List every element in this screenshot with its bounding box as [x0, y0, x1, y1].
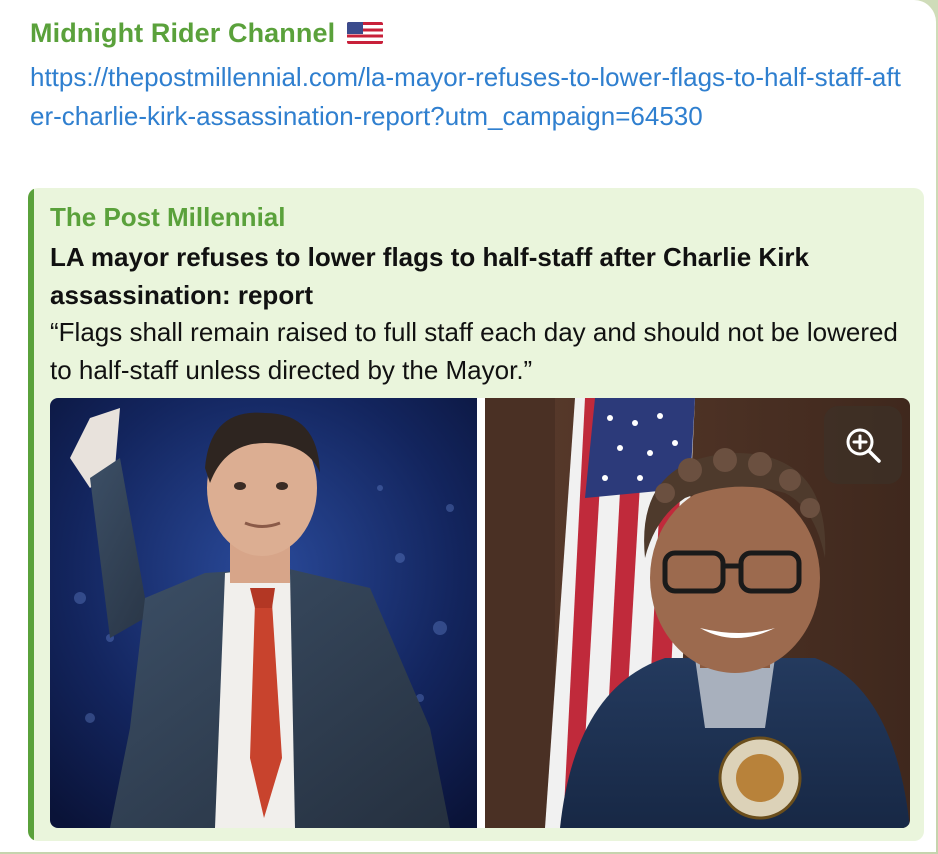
preview-title: LA mayor refuses to lower flags to half-… [50, 242, 809, 310]
channel-name-text[interactable]: Midnight Rider Channel [30, 18, 335, 48]
preview-description: “Flags shall remain raised to full staff… [50, 317, 898, 385]
link-preview[interactable]: The Post Millennial LA mayor refuses to … [28, 188, 924, 841]
zoom-in-icon [846, 428, 881, 463]
zoom-button[interactable] [824, 406, 902, 484]
preview-site-name: The Post Millennial [50, 202, 286, 232]
message-link[interactable]: https://thepostmillennial.com/la-mayor-r… [30, 58, 910, 136]
preview-accent-bar [28, 188, 34, 841]
channel-name[interactable]: Midnight Rider Channel [30, 18, 384, 49]
message-bubble: Midnight Rider Channel https://thepostmi… [0, 0, 936, 852]
us-flag-icon [347, 22, 384, 44]
preview-image[interactable] [50, 398, 910, 828]
man-in-suit-waving-photo [50, 398, 477, 828]
